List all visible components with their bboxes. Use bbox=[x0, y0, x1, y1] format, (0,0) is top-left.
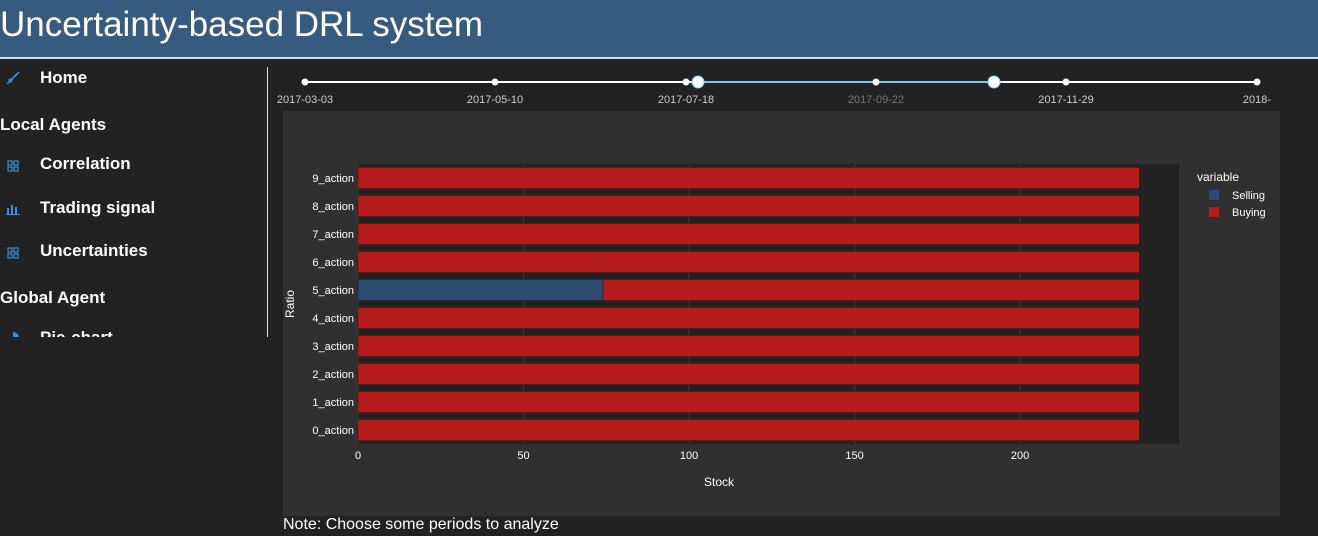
sidebar-item-trading-signal[interactable]: Trading signal bbox=[0, 195, 260, 221]
sidebar: Home Local Agents Correlation Trading si… bbox=[0, 59, 268, 337]
slider-mark-label: 2017-09-22 bbox=[847, 94, 905, 106]
action-ratio-chart: 0_action 1_action 2_action 3_action 4_action… bbox=[283, 111, 1280, 516]
bar-buying bbox=[357, 363, 1140, 385]
app-header: Uncertainty-based DRL system bbox=[0, 0, 1318, 57]
section-title-global-agent: Global Agent bbox=[0, 288, 106, 307]
grid-icon bbox=[4, 155, 22, 173]
sidebar-item-correlation[interactable]: Correlation bbox=[0, 151, 260, 177]
slider-mark-label: 2017-05-10 bbox=[466, 94, 524, 106]
slider-handle-end[interactable] bbox=[987, 75, 1001, 89]
slider-handle-start[interactable] bbox=[691, 75, 705, 89]
bar-chart-icon bbox=[4, 199, 22, 217]
bar-buying bbox=[357, 419, 1140, 441]
slider-dot[interactable] bbox=[1062, 78, 1070, 86]
y-tick-label: 8_action bbox=[312, 201, 354, 213]
bar-buying bbox=[602, 279, 1140, 301]
chart-canvas: 0_action 1_action 2_action 3_action 4_action… bbox=[283, 164, 1266, 489]
sidebar-item-label: Home bbox=[40, 68, 88, 87]
bar-selling bbox=[357, 279, 604, 301]
slider-mark-label: 2017-03-03 bbox=[276, 94, 334, 106]
y-axis-title: Ratio bbox=[283, 290, 297, 318]
y-tick-label: 9_action bbox=[312, 173, 354, 185]
slider-dot[interactable] bbox=[872, 78, 880, 86]
slider-mark-label: 2017-07-18 bbox=[657, 94, 715, 106]
app-title: Uncertainty-based DRL system bbox=[0, 5, 484, 44]
sidebar-item-pie-chart[interactable]: Pie-chart bbox=[0, 325, 260, 337]
sidebar-item-label: Uncertainties bbox=[40, 241, 148, 260]
x-tick-label: 150 bbox=[845, 450, 863, 462]
y-tick-label: 6_action bbox=[312, 257, 354, 269]
x-tick-label: 200 bbox=[1011, 450, 1029, 462]
x-tick-label: 50 bbox=[517, 450, 529, 462]
legend-swatch bbox=[1209, 207, 1219, 217]
note-text: Note: Choose some periods to analyze bbox=[283, 516, 559, 533]
slider-mark-label: 2018- bbox=[1242, 94, 1272, 106]
y-tick-label: 4_action bbox=[312, 313, 354, 325]
y-tick-label: 0_action bbox=[312, 425, 354, 437]
sidebar-item-label: Correlation bbox=[40, 154, 131, 173]
sidebar-item-home[interactable]: Home bbox=[0, 65, 260, 91]
bar-buying bbox=[357, 391, 1140, 413]
x-tick-label: 0 bbox=[355, 450, 361, 462]
legend-label: Buying bbox=[1232, 207, 1266, 219]
x-axis-title: Stock bbox=[704, 475, 735, 489]
legend-label: Selling bbox=[1232, 190, 1265, 202]
slider-dot[interactable] bbox=[301, 78, 309, 86]
bar-buying bbox=[357, 167, 1140, 189]
grid-icon bbox=[4, 242, 22, 260]
bar-buying bbox=[357, 307, 1140, 329]
y-tick-label: 3_action bbox=[312, 341, 354, 353]
y-tick-label: 2_action bbox=[312, 369, 354, 381]
slider-dot[interactable] bbox=[1253, 78, 1261, 86]
slider-dot[interactable] bbox=[682, 78, 690, 86]
slider-dot[interactable] bbox=[491, 78, 499, 86]
x-tick-label: 100 bbox=[680, 450, 698, 462]
legend-swatch bbox=[1209, 190, 1219, 200]
sidebar-item-uncertainties[interactable]: Uncertainties bbox=[0, 238, 260, 264]
bar-buying bbox=[357, 335, 1140, 357]
rocket-icon bbox=[4, 69, 22, 87]
slider-track[interactable] bbox=[272, 68, 1282, 98]
date-range-slider[interactable]: 2017-03-03 2017-05-10 2017-07-18 2017-09… bbox=[272, 68, 1282, 113]
bar-buying bbox=[357, 195, 1140, 217]
sidebar-item-label: Pie-chart bbox=[40, 325, 113, 337]
bar-buying bbox=[357, 251, 1140, 273]
y-tick-label: 7_action bbox=[312, 229, 354, 241]
y-tick-label: 5_action bbox=[312, 285, 354, 297]
pie-chart-icon bbox=[4, 329, 22, 337]
section-title-local-agents: Local Agents bbox=[0, 115, 107, 134]
bar-buying bbox=[357, 223, 1140, 245]
sidebar-item-label: Trading signal bbox=[40, 198, 156, 217]
slider-mark-label: 2017-11-29 bbox=[1038, 94, 1094, 106]
legend-title: variable bbox=[1197, 170, 1239, 184]
y-tick-label: 1_action bbox=[312, 397, 354, 409]
sidebar-divider bbox=[267, 67, 268, 337]
